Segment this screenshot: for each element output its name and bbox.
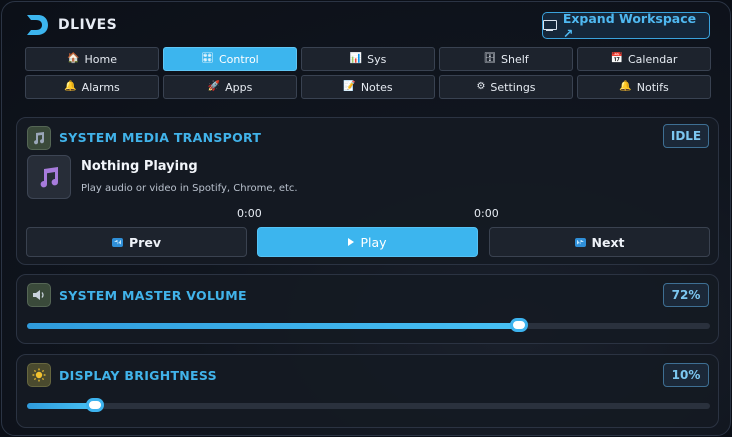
- duration-time: 0:00: [474, 207, 499, 220]
- brightness-slider[interactable]: [27, 398, 710, 412]
- prev-label: Prev: [129, 234, 161, 250]
- expand-workspace-button[interactable]: Expand Workspace ↗: [542, 10, 710, 41]
- music-note-icon: [27, 126, 51, 150]
- nav-alarms[interactable]: 🔔 Alarms: [25, 75, 159, 99]
- play-label: Play: [360, 234, 387, 250]
- next-label: Next: [591, 234, 625, 250]
- control-panel-icon: 🎛: [201, 53, 214, 64]
- volume-slider[interactable]: [27, 318, 710, 332]
- nav-home[interactable]: 🏠 Home: [25, 47, 159, 71]
- next-button[interactable]: Next: [489, 227, 710, 257]
- home-icon: 🏠: [67, 53, 80, 64]
- nav-label: Notes: [360, 80, 393, 94]
- master-volume-panel: SYSTEM MASTER VOLUME 72%: [16, 274, 719, 344]
- nav-label: Apps: [225, 80, 253, 94]
- panel-title: SYSTEM MASTER VOLUME: [59, 288, 247, 303]
- calendar-icon: 📅: [610, 53, 623, 64]
- nav-notes[interactable]: 📝 Notes: [301, 75, 435, 99]
- nav-label: Settings: [490, 80, 536, 94]
- track-title: Nothing Playing: [81, 159, 198, 174]
- nav-label: Calendar: [627, 52, 678, 66]
- play-button[interactable]: Play: [257, 227, 478, 257]
- bell-icon: 🔔: [619, 81, 632, 92]
- display-brightness-panel: DISPLAY BRIGHTNESS 10%: [16, 354, 719, 428]
- gear-icon: ⚙: [476, 81, 486, 92]
- panel-title: DISPLAY BRIGHTNESS: [59, 368, 217, 383]
- nav-sys[interactable]: 📊 Sys: [301, 47, 435, 71]
- brightness-slider-fill: [27, 403, 96, 409]
- bell-icon: 🔔: [64, 81, 77, 92]
- play-icon: [348, 238, 355, 246]
- monitor-icon: [543, 20, 557, 31]
- nav-shelf[interactable]: 🗄 Shelf: [439, 47, 573, 71]
- skip-forward-icon: [574, 237, 586, 247]
- app-title: DLIVES: [58, 17, 118, 33]
- note-icon: 📝: [343, 81, 356, 92]
- brightness-value-badge: 10%: [663, 363, 709, 387]
- volume-value-badge: 72%: [663, 283, 709, 307]
- nav-label: Shelf: [501, 52, 529, 66]
- nav-label: Alarms: [81, 80, 120, 94]
- cabinet-icon: 🗄: [483, 53, 497, 64]
- nav-settings[interactable]: ⚙ Settings: [439, 75, 573, 99]
- nav-apps[interactable]: 🚀 Apps: [163, 75, 297, 99]
- nav-grid: 🏠 Home 🎛 Control 📊 Sys 🗄 Shelf 📅 Calendar 🔔 Al…: [25, 47, 711, 99]
- media-transport-panel: SYSTEM MEDIA TRANSPORT IDLE Nothing Play…: [16, 117, 719, 265]
- dlives-logo-icon: [27, 15, 48, 35]
- nav-notifs[interactable]: 🔔 Notifs: [577, 75, 711, 99]
- status-badge: IDLE: [663, 124, 709, 148]
- nav-label: Control: [218, 52, 259, 66]
- album-art-icon: [27, 155, 71, 199]
- panel-title: SYSTEM MEDIA TRANSPORT: [59, 130, 262, 145]
- brightness-slider-thumb[interactable]: [86, 398, 105, 412]
- track-subtitle: Play audio or video in Spotify, Chrome, …: [81, 183, 298, 194]
- nav-calendar[interactable]: 📅 Calendar: [577, 47, 711, 71]
- bar-chart-icon: 📊: [349, 53, 363, 64]
- speaker-icon: [27, 283, 51, 307]
- rocket-icon: 🚀: [207, 81, 221, 92]
- nav-label: Notifs: [636, 80, 669, 94]
- nav-label: Sys: [367, 52, 387, 66]
- header: DLIVES Expand Workspace ↗: [2, 2, 730, 48]
- prev-button[interactable]: Prev: [26, 227, 247, 257]
- expand-workspace-label: Expand Workspace ↗: [562, 10, 697, 41]
- skip-back-icon: [112, 237, 124, 247]
- elapsed-time: 0:00: [237, 207, 262, 220]
- nav-label: Home: [84, 52, 117, 66]
- app-window: DLIVES Expand Workspace ↗ 🏠 Home 🎛 Control…: [1, 1, 731, 436]
- volume-slider-thumb[interactable]: [509, 318, 528, 332]
- sun-icon: [27, 363, 51, 387]
- nav-control[interactable]: 🎛 Control: [163, 47, 297, 71]
- volume-slider-fill: [27, 323, 519, 329]
